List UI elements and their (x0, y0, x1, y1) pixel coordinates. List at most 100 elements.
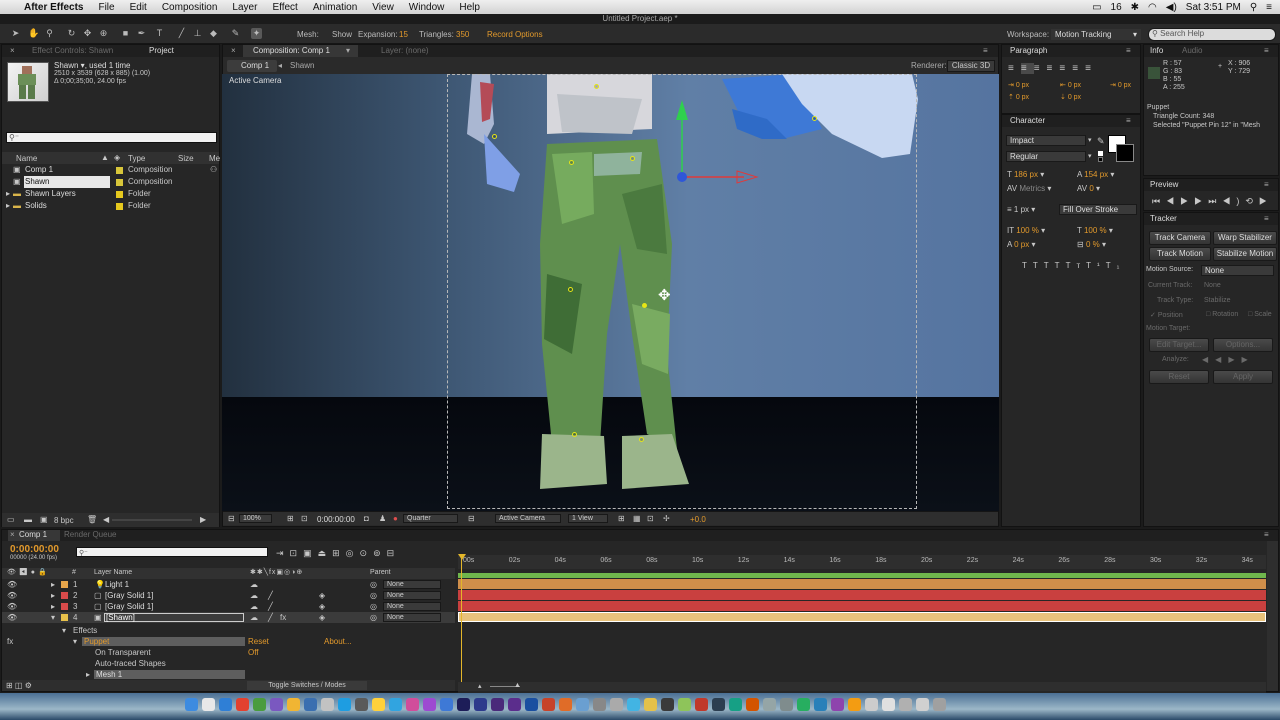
bluetooth-icon[interactable]: ✱ (1131, 2, 1139, 13)
safe-zones-icon[interactable]: ⊞ (287, 514, 294, 523)
dock-app-icon[interactable] (916, 698, 929, 711)
previous-frame-icon[interactable]: ◀ (1166, 196, 1180, 206)
property-row[interactable]: On Transparent Off (2, 647, 455, 658)
dock-app-icon[interactable] (389, 698, 402, 711)
label-color-swatch[interactable] (116, 167, 123, 174)
play-icon[interactable]: ▶ (1180, 196, 1194, 206)
panel-menu-icon[interactable]: ≡ (983, 45, 988, 57)
dock-app-icon[interactable] (644, 698, 657, 711)
current-time-indicator[interactable] (461, 555, 462, 691)
parent-select[interactable]: None (383, 580, 441, 589)
pickwhip-icon[interactable]: ◎ (370, 601, 377, 612)
shy-switch-icon[interactable]: ☁ (250, 590, 258, 601)
3d-layer-icon[interactable]: ◈ (319, 590, 325, 601)
dock-app-icon[interactable] (831, 698, 844, 711)
layer-bar-solid-2[interactable] (458, 590, 1266, 600)
dock-app-icon[interactable] (695, 698, 708, 711)
apply-button[interactable]: Apply (1213, 370, 1273, 384)
puppet-pin[interactable] (630, 156, 635, 161)
zoom-out-icon[interactable]: ▴ (478, 682, 482, 690)
exposure-value[interactable]: +0.0 (690, 515, 706, 524)
composition-viewer[interactable]: Active Camera ✥ (222, 74, 999, 511)
puppet-pin[interactable] (594, 84, 599, 89)
dock-app-icon[interactable] (406, 698, 419, 711)
dock-app-icon[interactable] (610, 698, 623, 711)
superscript-icon[interactable]: T¹ (1086, 261, 1106, 270)
on-transparent-value[interactable]: Off (248, 647, 259, 658)
font-size-field[interactable]: T 186 px ▾ (1007, 170, 1044, 179)
next-frame-icon[interactable]: ▶ (1194, 196, 1208, 206)
live-update-icon[interactable]: ⊡ (290, 548, 304, 558)
property-row[interactable]: Auto-traced Shapes (2, 658, 455, 669)
disclosure-triangle-icon[interactable]: ▸ (6, 188, 10, 200)
breadcrumb-shawn[interactable]: Shawn (290, 60, 314, 72)
label-color-swatch[interactable] (61, 592, 68, 599)
baseline-shift-field[interactable]: A 0 px ▾ (1007, 240, 1036, 249)
project-item[interactable]: ▣ Comp 1 Composition ⚇ (2, 164, 219, 176)
dock-app-icon[interactable] (627, 698, 640, 711)
edit-target-button[interactable]: Edit Target... (1149, 338, 1209, 352)
label-color-swatch[interactable] (61, 614, 68, 621)
column-size[interactable]: Size (178, 154, 194, 163)
column-media[interactable]: Me (209, 154, 220, 163)
display-icon[interactable]: ▭ (1092, 2, 1101, 13)
justify-all-icon[interactable]: ≡ (1085, 63, 1098, 74)
dock-app-icon[interactable] (848, 698, 861, 711)
new-folder-icon[interactable]: ▬ (24, 515, 32, 524)
pen-tool-icon[interactable]: ✒ (136, 28, 147, 39)
column-type[interactable]: Type (128, 154, 145, 163)
dock-app-icon[interactable] (219, 698, 232, 711)
region-icon[interactable]: ⊡ (301, 514, 308, 523)
project-search-input[interactable]: ⚲⁻ (6, 132, 217, 143)
scale-checkbox[interactable]: □ Scale (1248, 311, 1272, 318)
camera-view-select[interactable]: Active Camera (495, 514, 561, 523)
audio-icon[interactable]: ◀) (1222, 196, 1245, 206)
camera-tool-icon[interactable]: ✥ (82, 28, 93, 39)
layer-row[interactable]: 👁 ▸ 2 ▢ [Gray Solid 1] ☁ ╱ ◈ ◎ None (2, 590, 455, 601)
rotate-tool-icon[interactable]: ↻ (66, 28, 77, 39)
column-parent[interactable]: Parent (370, 569, 391, 576)
dock-app-icon[interactable] (457, 698, 470, 711)
effect-switch-icon[interactable]: fx (280, 612, 286, 623)
sort-icon[interactable]: ▲ (101, 153, 109, 162)
playhead-handle-icon[interactable] (458, 554, 466, 560)
type-tool-icon[interactable]: T (154, 28, 165, 39)
swap-white-icon[interactable] (1098, 151, 1103, 156)
dock-app-icon[interactable] (729, 698, 742, 711)
timeline-extra-icon[interactable]: ⊟ (387, 548, 401, 558)
disclosure-triangle-icon[interactable]: ▸ (86, 669, 90, 680)
dock-app-icon[interactable] (746, 698, 759, 711)
comp-mini-flowchart-icon[interactable]: ⇥ (276, 548, 290, 558)
volume-icon[interactable]: ◀) (1166, 2, 1177, 13)
menu-composition[interactable]: Composition (162, 2, 218, 13)
leading-field[interactable]: A 154 px ▾ (1077, 170, 1114, 179)
expansion-value[interactable]: 15 (399, 30, 408, 39)
analyze-forward-frame-icon[interactable]: ▶ (1241, 355, 1254, 364)
panel-menu-icon[interactable]: ≡ (1126, 45, 1131, 57)
stroke-mode-select[interactable]: Fill Over Stroke (1059, 204, 1137, 215)
dock-app-icon[interactable] (797, 698, 810, 711)
font-family-select[interactable]: Impact (1006, 135, 1086, 146)
project-item[interactable]: ▸ ▬ Solids Folder (2, 200, 219, 212)
graph-editor-icon[interactable]: ⊙ (360, 548, 374, 558)
visibility-eye-icon[interactable]: 👁 (7, 590, 17, 601)
menu-layer[interactable]: Layer (232, 2, 257, 13)
dock-app-icon[interactable] (491, 698, 504, 711)
frame-blending-icon[interactable]: ⊞ (332, 548, 346, 558)
effect-about-link[interactable]: About... (324, 636, 352, 647)
bit-depth[interactable]: 8 bpc (54, 516, 74, 525)
record-options-link[interactable]: Record Options (487, 30, 543, 39)
puppet-pin[interactable] (639, 437, 644, 442)
dock-app-icon[interactable] (780, 698, 793, 711)
puppet-pin[interactable] (572, 432, 577, 437)
toggle-pixel-icon[interactable]: ⊞ (618, 514, 625, 523)
pan-behind-tool-icon[interactable]: ⊕ (98, 28, 109, 39)
zoom-select[interactable]: 100% (239, 514, 272, 523)
justify-right-icon[interactable]: ≡ (1072, 63, 1085, 74)
flowchart-icon[interactable]: ⚇ (210, 164, 217, 176)
current-time[interactable]: 0:00:00:00 (317, 515, 355, 524)
dock-app-icon[interactable] (542, 698, 555, 711)
search-help-input[interactable]: ⚲ Search Help (1148, 28, 1276, 41)
renderer-select[interactable]: Classic 3D (947, 60, 995, 72)
workspace-select[interactable]: Motion Tracking ▾ (1051, 29, 1141, 40)
